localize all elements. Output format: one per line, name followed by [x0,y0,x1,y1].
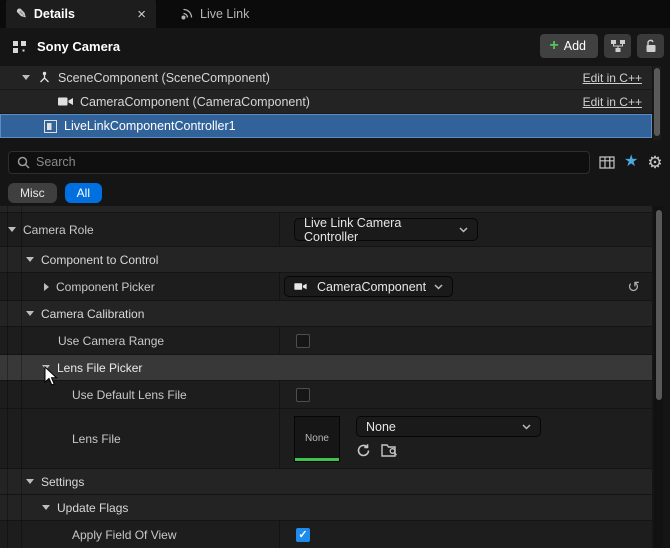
lock-button[interactable] [637,34,664,58]
use-default-lens-file-checkbox[interactable] [296,388,310,402]
row-apply-field-of-view: Apply Field Of View [0,521,652,548]
add-button-label: Add [564,39,586,53]
tree-row-label: SceneComponent (SceneComponent) [58,71,270,85]
filter-all-button[interactable]: All [65,183,102,203]
details-panel: ✎ Details × Live Link Sony Camera + Add [0,0,670,548]
category-camera-calibration[interactable]: Camera Calibration [0,301,652,327]
search-icon [17,156,30,169]
property-label: Camera Role [23,223,94,237]
component-tree: SceneComponent (SceneComponent) Edit in … [0,66,652,138]
use-selected-asset-icon[interactable] [356,443,371,461]
properties-scrollbar[interactable] [654,206,663,548]
category-live-link[interactable]: Live Link [0,206,652,213]
dropdown-value: Live Link Camera Controller [304,216,451,244]
tree-scrollbar-thumb[interactable] [654,68,660,136]
tab-details[interactable]: ✎ Details × [6,0,156,28]
chevron-down-icon [434,284,443,290]
camera-icon [58,96,73,107]
properties-scrollbar-thumb[interactable] [656,210,662,400]
actor-icon [12,39,28,54]
component-picker-dropdown[interactable]: CameraComponent [284,276,453,297]
asset-type-color-bar [295,458,339,461]
dropdown-value: CameraComponent [317,280,426,294]
property-label: Lens File [72,432,121,446]
use-camera-range-checkbox[interactable] [296,334,310,348]
asset-thumbnail[interactable]: None [294,416,340,462]
plus-icon: + [549,38,558,54]
edit-pencil-icon: ✎ [16,6,27,22]
settings-gear-icon[interactable]: ⚙ [647,154,662,171]
row-use-default-lens-file: Use Default Lens File [0,381,652,409]
category-label: Settings [41,475,84,489]
category-update-flags[interactable]: Update Flags [0,495,652,521]
filter-row: Misc All [0,181,670,205]
edit-in-cpp-link[interactable]: Edit in C++ [583,95,642,109]
camera-icon [294,282,307,291]
row-lens-file: Lens File None None [0,409,652,469]
tree-scrollbar[interactable] [653,66,661,140]
edit-in-cpp-link[interactable]: Edit in C++ [583,71,642,85]
view-options-icon[interactable] [599,156,615,169]
filter-misc-button[interactable]: Misc [8,183,57,203]
apply-field-of-view-checkbox[interactable] [296,528,310,542]
category-label: Camera Calibration [41,307,144,321]
expander-icon[interactable] [8,227,16,232]
row-use-camera-range: Use Camera Range [0,327,652,355]
expander-icon[interactable] [22,75,30,80]
hierarchy-icon [610,39,626,53]
tab-bar: ✎ Details × Live Link [0,0,670,28]
chevron-down-icon [459,227,468,233]
expander-icon[interactable] [44,283,49,291]
expander-icon[interactable] [42,505,50,510]
search-box[interactable] [8,151,590,174]
category-component-to-control[interactable]: Component to Control [0,247,652,273]
properties-panel: Live Link Camera Role Live Link Camera C… [0,206,652,548]
category-label: Lens File Picker [57,361,142,375]
add-button[interactable]: + Add [540,34,598,58]
panel-header: Sony Camera + Add [0,30,670,62]
tree-row-camera-component[interactable]: CameraComponent (CameraComponent) Edit i… [0,90,652,114]
scene-component-icon [38,71,51,84]
hierarchy-button[interactable] [604,34,631,58]
close-icon[interactable]: × [137,6,146,23]
property-label: Use Default Lens File [72,388,187,402]
expander-icon[interactable] [26,311,34,316]
category-label: Component to Control [41,253,158,267]
tree-row-label: CameraComponent (CameraComponent) [80,95,310,109]
row-camera-role: Camera Role Live Link Camera Controller [0,213,652,247]
tab-live-link-label: Live Link [200,7,249,21]
controller-icon [44,120,57,133]
browse-to-asset-icon[interactable] [381,443,398,461]
tree-row-label: LiveLinkComponentController1 [64,119,236,133]
live-link-icon [180,8,193,21]
search-input[interactable] [36,155,581,169]
search-row: ★ ⚙ [0,148,670,176]
reset-to-default-icon[interactable]: ↺ [627,278,640,296]
tab-details-label: Details [34,7,130,21]
tree-row-scene-component[interactable]: SceneComponent (SceneComponent) Edit in … [0,66,652,90]
expander-icon[interactable] [26,257,34,262]
indent-guide [21,206,22,548]
lens-file-dropdown[interactable]: None [356,416,541,437]
category-lens-file-picker[interactable]: Lens File Picker [0,355,652,381]
property-label: Apply Field Of View [72,528,177,542]
mouse-cursor [44,366,59,390]
dropdown-value: None [366,420,396,434]
camera-role-dropdown[interactable]: Live Link Camera Controller [294,218,478,241]
asset-thumbnail-label: None [305,433,329,444]
property-label: Use Camera Range [58,334,164,348]
expander-icon[interactable] [26,479,34,484]
tree-row-livelink-controller[interactable]: LiveLinkComponentController1 [0,114,652,138]
favorites-star-icon[interactable]: ★ [624,154,638,170]
unlock-icon [645,39,657,53]
row-component-picker: Component Picker CameraComponent ↺ [0,273,652,301]
chevron-down-icon [522,424,531,430]
property-label: Component Picker [56,280,155,294]
category-settings[interactable]: Settings [0,469,652,495]
tab-live-link[interactable]: Live Link [170,0,259,28]
page-title: Sony Camera [37,39,120,54]
category-label: Live Link [39,206,86,207]
category-label: Update Flags [57,501,128,515]
indent-guide [7,206,8,548]
